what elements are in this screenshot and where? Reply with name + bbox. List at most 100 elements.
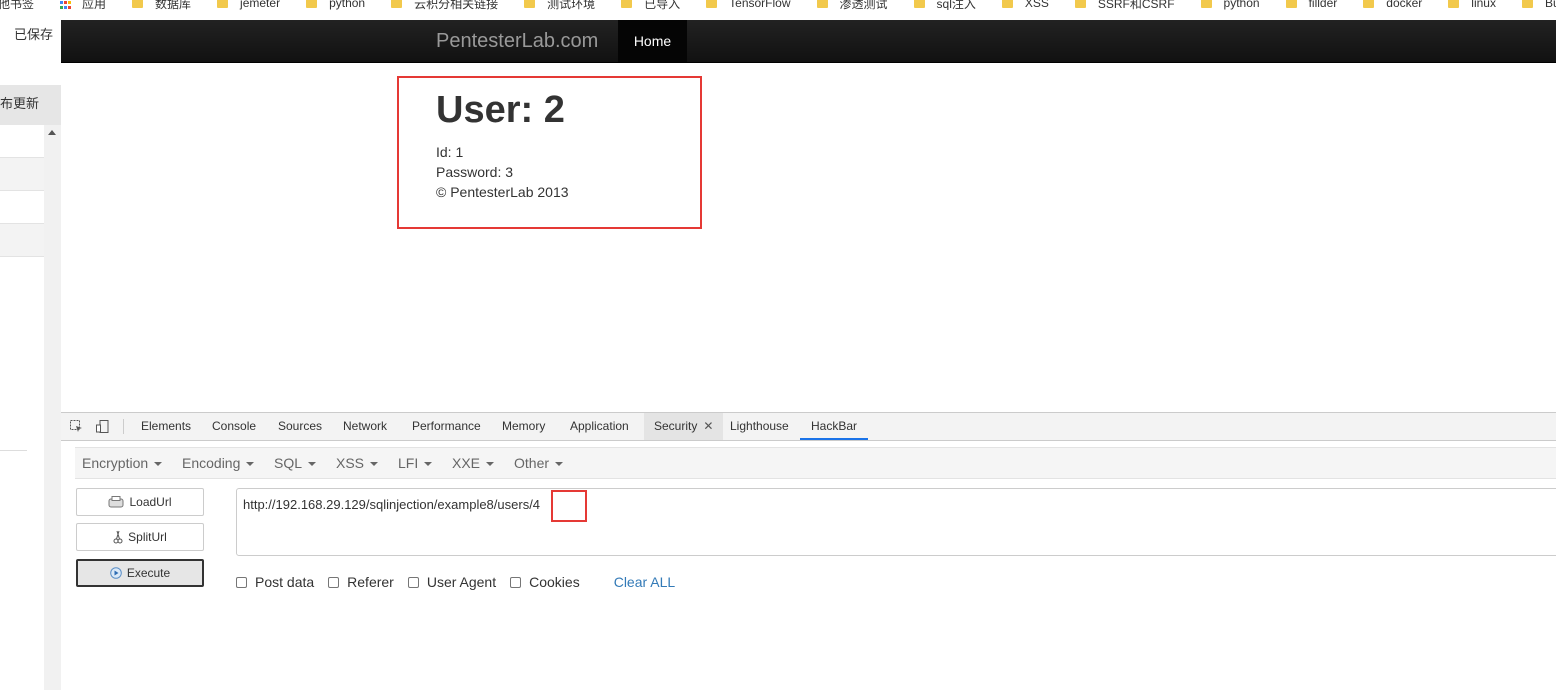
bookmark-folder[interactable]: TensorFlow [706, 0, 791, 10]
option-label: User Agent [426, 574, 497, 590]
option-user-agent[interactable]: User Agent [407, 574, 497, 590]
caret-down-icon [370, 462, 379, 467]
folder-icon [1200, 0, 1212, 8]
bookmark-label: 已导入 [644, 0, 681, 10]
folder-icon [913, 0, 925, 8]
inspect-element-icon[interactable] [70, 420, 83, 433]
folder-icon [132, 0, 144, 8]
split-url-label: SplitUrl [128, 530, 167, 544]
bookmark-label: SSRF和CSRF [1097, 0, 1175, 10]
bookmark-label: Burpsuite [1544, 0, 1556, 10]
folder-icon [1285, 0, 1297, 8]
nav-home-link[interactable]: Home [618, 20, 687, 62]
caret-down-icon [555, 462, 564, 467]
bookmark-apps[interactable]: 应用 [60, 0, 106, 10]
bookmark-folder[interactable]: fillder [1285, 0, 1338, 10]
load-url-button[interactable]: LoadUrl [76, 488, 204, 516]
option-post-data[interactable]: Post data [236, 574, 314, 590]
request-options: Post data Referer User Agent Cookies Cle… [236, 574, 675, 590]
option-label: Cookies [529, 574, 580, 590]
tab-hackbar[interactable]: HackBar [800, 413, 869, 440]
tab-lighthouse[interactable]: Lighthouse [730, 413, 789, 440]
menu-xxe[interactable]: XXE [452, 448, 495, 478]
bookmark-folder[interactable]: 云积分相关链接 [391, 0, 498, 10]
bookmark-folder[interactable]: jemeter [217, 0, 280, 10]
bookmark-folder[interactable]: python [306, 0, 365, 10]
tab-console[interactable]: Console [212, 413, 256, 440]
menu-xss[interactable]: XSS [336, 448, 379, 478]
tab-sources[interactable]: Sources [278, 413, 322, 440]
bookmark-label: linux [1471, 0, 1496, 10]
device-toolbar-icon[interactable] [96, 420, 109, 433]
folder-icon [391, 0, 403, 8]
url-textarea[interactable]: http://192.168.29.129/sqlinjection/examp… [236, 488, 1556, 556]
bookmark-folder[interactable]: SSRF和CSRF [1074, 0, 1175, 10]
tab-security[interactable]: Security ✕ [644, 413, 724, 440]
tab-network[interactable]: Network [343, 413, 387, 440]
bookmark-folder[interactable]: python [1200, 0, 1260, 10]
bookmark-folder[interactable]: docker [1363, 0, 1422, 10]
menu-sql[interactable]: SQL [274, 448, 317, 478]
list-item[interactable] [0, 191, 44, 224]
publish-update-button[interactable]: 布更新 [0, 85, 61, 125]
split-url-button[interactable]: SplitUrl [76, 523, 204, 551]
brand-link[interactable]: PentesterLab.com [436, 20, 598, 62]
caret-down-icon [154, 462, 163, 467]
saved-status: 已保存 [14, 27, 54, 42]
list-item[interactable] [0, 125, 44, 158]
menu-other[interactable]: Other [514, 448, 564, 478]
bookmark-label: 云积分相关链接 [414, 0, 499, 10]
execute-button[interactable]: Execute [76, 559, 204, 587]
menu-lfi[interactable]: LFI [398, 448, 433, 478]
caret-down-icon [308, 462, 317, 467]
execute-label: Execute [126, 566, 171, 580]
bookmark-folder[interactable]: sql注入 [913, 0, 976, 10]
tab-performance[interactable]: Performance [412, 413, 481, 440]
scrollbar[interactable] [44, 125, 61, 690]
close-icon[interactable]: ✕ [703, 419, 713, 433]
bookmark-folder[interactable]: Burpsuite [1521, 0, 1556, 10]
referer-checkbox[interactable] [328, 576, 340, 588]
folder-icon [1448, 0, 1460, 8]
list-item[interactable] [0, 158, 44, 191]
bookmark-label: XSS [1024, 0, 1049, 10]
bookmark-folder[interactable]: 测试环境 [524, 0, 595, 10]
option-label: Post data [255, 574, 315, 590]
tab-elements[interactable]: Elements [141, 413, 191, 440]
bookmark-folder[interactable]: linux [1448, 0, 1496, 10]
folder-icon [1363, 0, 1375, 8]
menu-encryption[interactable]: Encryption [82, 448, 163, 478]
folder-icon [621, 0, 633, 8]
bookmark-label: fillder [1308, 0, 1338, 10]
menu-label: XSS [336, 455, 365, 471]
clear-all-link[interactable]: Clear ALL [614, 574, 675, 590]
site-navbar: PentesterLab.com Home [61, 20, 1556, 63]
highlight-box-url-id [551, 490, 587, 522]
option-referer[interactable]: Referer [328, 574, 394, 590]
apps-grid-icon [60, 0, 72, 9]
menu-label: Other [514, 455, 550, 471]
bookmark-folder[interactable]: XSS [1001, 0, 1049, 10]
highlight-box-result [397, 76, 702, 229]
bookmark-label: 测试环境 [547, 0, 596, 10]
menu-encoding[interactable]: Encoding [182, 448, 255, 478]
folder-icon [706, 0, 718, 8]
tab-memory[interactable]: Memory [502, 413, 545, 440]
option-cookies[interactable]: Cookies [510, 574, 580, 590]
bookmark-label: python [329, 0, 366, 10]
cookies-checkbox[interactable] [510, 576, 522, 588]
list-item[interactable] [0, 224, 44, 257]
post-data-checkbox[interactable] [236, 576, 247, 588]
bookmark-folder[interactable]: 渗透测试 [816, 0, 888, 10]
menu-label: SQL [274, 455, 303, 471]
bookmark-folder[interactable]: 已导入 [621, 0, 680, 10]
bookmark-label: 渗透测试 [839, 0, 888, 10]
menu-label: XXE [452, 455, 481, 471]
scroll-up-arrow-icon[interactable] [48, 130, 56, 135]
bookmark-label: python [1223, 0, 1260, 10]
caret-down-icon [246, 462, 255, 467]
bookmark-folder[interactable]: 数据库 [132, 0, 191, 10]
tab-application[interactable]: Application [570, 413, 629, 440]
user-agent-checkbox[interactable] [407, 576, 419, 588]
bookmark-other[interactable]: 其他书签 [0, 0, 34, 10]
